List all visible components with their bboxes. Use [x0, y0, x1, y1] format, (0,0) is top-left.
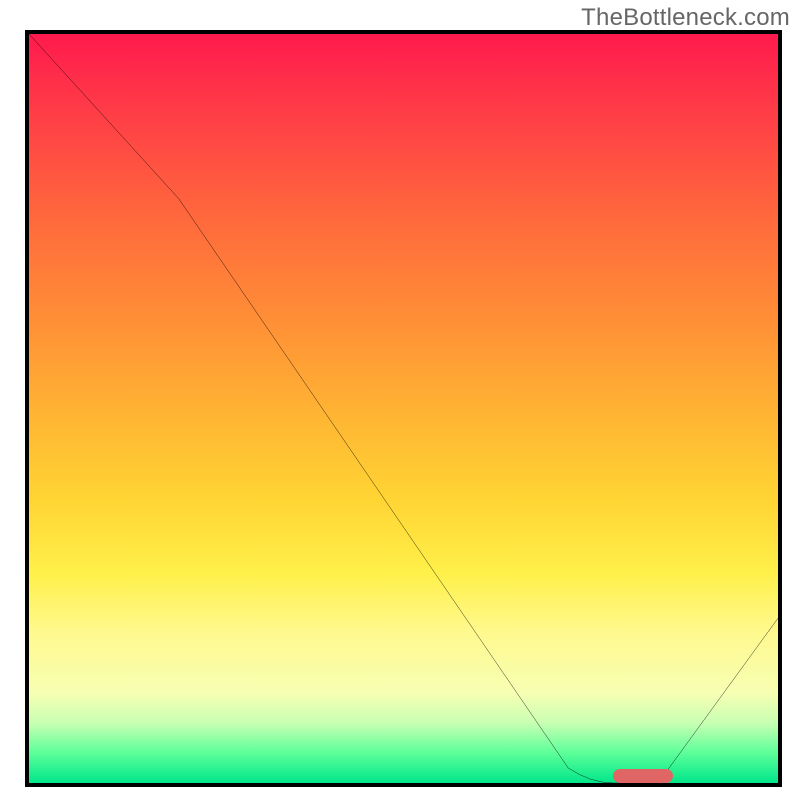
optimal-range-marker — [613, 769, 673, 783]
bottleneck-curve — [29, 34, 778, 783]
curve-layer — [29, 34, 778, 783]
chart-container: TheBottleneck.com — [0, 0, 800, 800]
plot-area — [25, 30, 782, 787]
watermark-text: TheBottleneck.com — [581, 4, 790, 32]
